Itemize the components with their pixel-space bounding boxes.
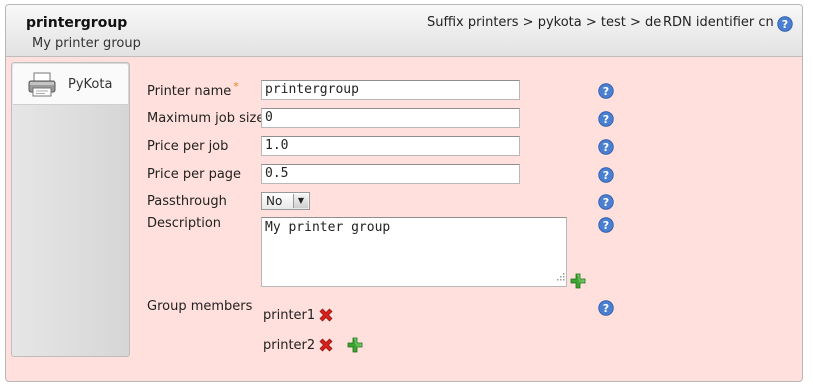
help-icon[interactable]: ?	[598, 300, 614, 316]
price-per-page-input[interactable]: 0.5	[261, 164, 520, 184]
description-label: Description	[147, 216, 222, 231]
svg-text:?: ?	[603, 219, 609, 232]
add-icon[interactable]	[570, 273, 586, 293]
price-per-job-input[interactable]: 1.0	[261, 136, 520, 156]
required-marker: *	[233, 80, 239, 93]
object-subtitle: My printer group	[32, 36, 141, 51]
svg-text:?: ?	[603, 169, 609, 182]
group-members-label: Group members	[147, 299, 253, 314]
max-job-size-input[interactable]: 0	[261, 108, 520, 128]
add-icon[interactable]	[347, 337, 363, 357]
svg-text:?: ?	[603, 85, 609, 98]
tab-column: PyKota	[11, 62, 130, 357]
passthrough-label: Passthrough	[147, 194, 227, 209]
svg-text:?: ?	[782, 18, 788, 31]
chevron-down-icon: ▼	[293, 194, 308, 208]
help-icon[interactable]: ?	[598, 194, 614, 210]
help-icon[interactable]: ?	[777, 16, 793, 36]
breadcrumb: Suffix printers > pykota > test > de	[427, 15, 662, 30]
printer-name-input[interactable]: printergroup	[261, 80, 520, 100]
svg-text:?: ?	[603, 113, 609, 126]
remove-icon[interactable]	[318, 307, 334, 327]
list-item: printer1	[263, 308, 316, 323]
printer-name-label: Printer name *	[147, 80, 239, 99]
list-item: printer2	[263, 338, 316, 353]
passthrough-select[interactable]: No ▼	[261, 192, 310, 210]
description-textarea[interactable]: My printer group	[261, 217, 567, 287]
svg-text:?: ?	[603, 141, 609, 154]
object-panel: printergroup My printer group Suffix pri…	[5, 4, 803, 382]
svg-text:?: ?	[603, 196, 609, 209]
price-per-job-label: Price per job	[147, 139, 229, 154]
help-icon[interactable]: ?	[598, 167, 614, 183]
passthrough-value: No	[266, 194, 283, 208]
price-per-page-label: Price per page	[147, 167, 242, 182]
max-job-size-label: Maximum job size	[147, 111, 265, 126]
rdn-identifier: RDN identifier cn	[663, 15, 774, 30]
object-header: printergroup My printer group Suffix pri…	[6, 5, 802, 57]
description-text: My printer group	[265, 220, 391, 235]
help-icon[interactable]: ?	[598, 83, 614, 99]
remove-icon[interactable]	[318, 337, 334, 357]
resize-grip-icon[interactable]	[556, 270, 565, 285]
help-icon[interactable]: ?	[598, 139, 614, 155]
tab-pykota[interactable]: PyKota	[13, 64, 128, 105]
object-title: printergroup	[26, 15, 128, 31]
svg-text:?: ?	[603, 302, 609, 315]
tab-label: PyKota	[68, 77, 113, 92]
help-icon[interactable]: ?	[598, 217, 614, 233]
printer-icon	[27, 72, 57, 102]
help-icon[interactable]: ?	[598, 111, 614, 127]
